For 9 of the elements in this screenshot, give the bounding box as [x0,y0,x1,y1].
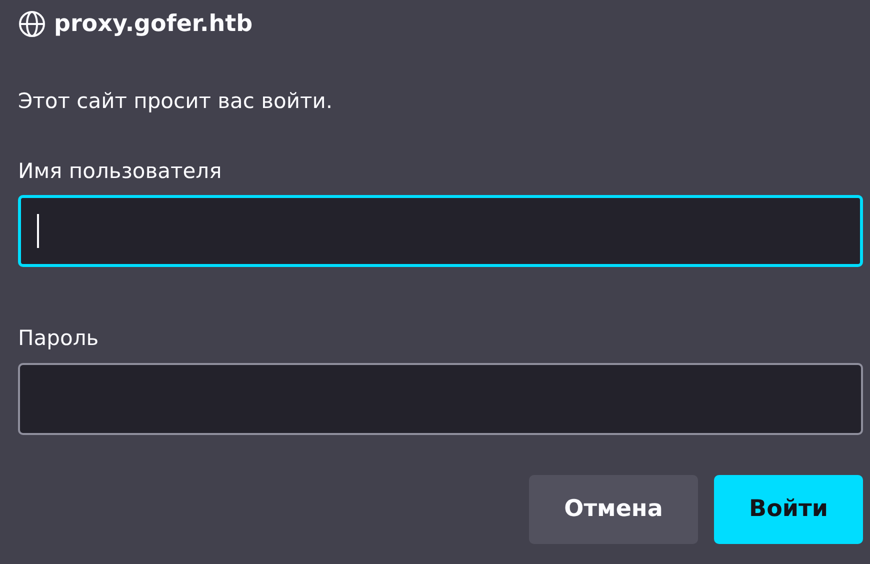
cancel-button[interactable]: Отмена [529,474,698,544]
field-label: Пароль [18,325,99,352]
login-button[interactable]: Войти [714,474,863,544]
globe-icon [18,10,46,38]
input-field[interactable] [18,195,863,267]
field-label: Имя пользователя [18,158,222,184]
site-title: proxy.gofer.htb [54,10,253,39]
input-field[interactable] [18,362,863,434]
prompt-text: Этот сайт просит вас войти. [18,88,334,115]
